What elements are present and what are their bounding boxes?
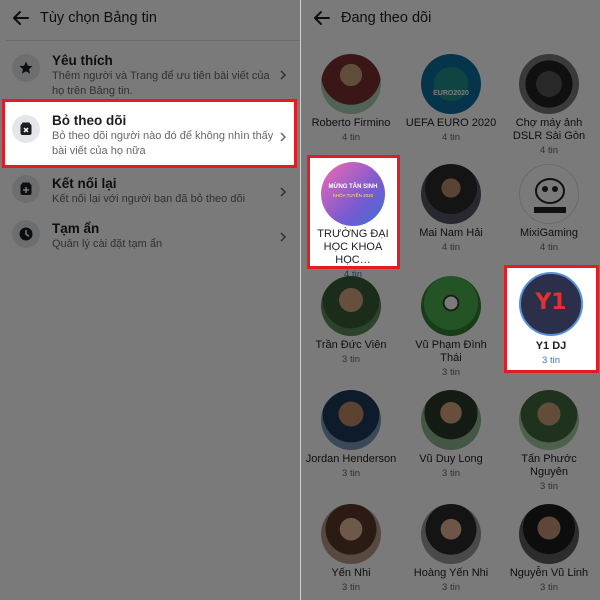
avatar: [519, 54, 579, 114]
avatar: [519, 164, 579, 224]
option-description: Quản lý cài đặt tạm ẩn: [52, 238, 163, 250]
avatar: [519, 504, 579, 564]
post-count: 3 tin: [540, 481, 558, 492]
post-count: 3 tin: [442, 582, 460, 593]
page-title: Đang theo dõi: [341, 10, 432, 26]
avatar: [321, 276, 381, 336]
clock-icon: [12, 220, 40, 248]
avatar: [321, 390, 381, 450]
option-unfollow[interactable]: Bỏ theo dõi Bỏ theo dõi người nào đó để …: [0, 112, 300, 160]
profile-name: Y1 DJ: [535, 340, 567, 352]
post-count: 4 tin: [442, 132, 460, 143]
profile-card[interactable]: Vũ Duy Long 3 tin: [403, 390, 499, 480]
post-count: 3 tin: [442, 367, 460, 378]
option-favorites[interactable]: Yêu thích Thêm người và Trang để ưu tiên…: [0, 50, 300, 98]
profile-card[interactable]: Roberto Firmino 4 tin: [303, 54, 399, 144]
avatar: [421, 390, 481, 450]
post-count: 3 tin: [442, 468, 460, 479]
option-description: Thêm người và Trang để ưu tiên bài viết …: [52, 70, 270, 97]
post-count: 4 tin: [342, 132, 360, 143]
option-description: Kết nối lại với người bạn đã bỏ theo dõi: [52, 193, 246, 205]
profile-card[interactable]: Mai Nam Hải 4 tin: [403, 164, 499, 254]
option-label: Yêu thích: [52, 53, 113, 68]
avatar: [321, 54, 381, 114]
profile-card[interactable]: Trần Đức Viên 3 tin: [303, 276, 399, 366]
option-label: Tạm ẩn: [52, 221, 100, 236]
unfollow-icon: [12, 115, 40, 143]
post-count: 3 tin: [342, 354, 360, 365]
back-arrow-icon[interactable]: [311, 7, 333, 29]
profile-name: Vũ Phạm Đình Thái: [415, 339, 487, 364]
profile-name: Jordan Henderson: [305, 453, 397, 465]
option-label: Kết nối lại: [52, 176, 117, 191]
profile-card[interactable]: Vũ Phạm Đình Thái 3 tin: [403, 276, 499, 379]
avatar: [321, 504, 381, 564]
avatar: MỪNG TÂN SINH KHÓA TUYỂN 2020: [321, 162, 385, 226]
option-snooze[interactable]: Tạm ẩn Quản lý cài đặt tạm ẩn: [0, 220, 300, 256]
profile-card[interactable]: Tấn Phước Nguyên 3 tin: [501, 390, 597, 493]
post-count: 3 tin: [542, 355, 560, 366]
profile-name: Hoàng Yến Nhi: [413, 567, 489, 579]
avatar: Y1: [519, 272, 583, 336]
chevron-right-icon: [280, 187, 287, 197]
option-description: Bỏ theo dõi người nào đó để không nhìn t…: [52, 130, 274, 157]
profile-card[interactable]: Nguyễn Vũ Linh 3 tin: [501, 504, 597, 594]
profile-card[interactable]: MỪNG TÂN SINH KHÓA TUYỂN 2020 TRƯỜNG ĐẠI…: [305, 162, 401, 281]
avatar: [421, 164, 481, 224]
post-count: 4 tin: [540, 242, 558, 253]
profile-card[interactable]: MixiGaming 4 tin: [501, 164, 597, 254]
profile-card[interactable]: Hoàng Yến Nhi 3 tin: [403, 504, 499, 594]
star-icon: [12, 54, 40, 82]
avatar: EURO2020: [421, 54, 481, 114]
post-count: 4 tin: [442, 242, 460, 253]
profile-card[interactable]: Yến Nhi 3 tin: [303, 504, 399, 594]
chevron-right-icon: [280, 70, 287, 80]
profile-name: Roberto Firmino: [311, 117, 391, 129]
chevron-right-icon: [280, 132, 287, 142]
dim-overlay: [400, 265, 504, 269]
profile-name: Vũ Duy Long: [419, 453, 483, 465]
back-arrow-icon[interactable]: [10, 7, 32, 29]
profile-card[interactable]: Y1 Y1 DJ 3 tin: [503, 272, 599, 367]
left-top-bar: Tùy chọn Bảng tin: [0, 0, 300, 36]
profile-name: UEFA EURO 2020: [405, 117, 497, 129]
profile-name: Nguyễn Vũ Linh: [509, 567, 589, 579]
profile-name: Mai Nam Hải: [419, 227, 483, 239]
profile-name: Tấn Phước Nguyên: [521, 453, 577, 478]
profile-name: Chợ máy ảnh DSLR Sài Gòn: [512, 117, 586, 142]
avatar: [421, 276, 481, 336]
avatar: [421, 504, 481, 564]
page-title: Tùy chọn Bảng tin: [40, 10, 157, 26]
option-label: Bỏ theo dõi: [52, 113, 127, 128]
divider: [6, 40, 300, 41]
post-count: 3 tin: [342, 468, 360, 479]
profile-name: Yến Nhi: [331, 567, 371, 579]
feed-preferences-panel: Tùy chọn Bảng tin Yêu thích Thêm người v…: [0, 0, 300, 600]
post-count: 3 tin: [342, 582, 360, 593]
profile-card[interactable]: Jordan Henderson 3 tin: [303, 390, 399, 480]
post-count: 3 tin: [540, 582, 558, 593]
avatar: [519, 390, 579, 450]
right-top-bar: Đang theo dõi: [301, 0, 600, 36]
reconnect-icon: [12, 175, 40, 203]
profile-card[interactable]: EURO2020 UEFA EURO 2020 4 tin: [403, 54, 499, 144]
profile-name: TRƯỜNG ĐẠI HỌC KHOA HỌC…: [317, 228, 389, 266]
profile-card[interactable]: Chợ máy ảnh DSLR Sài Gòn 4 tin: [501, 54, 597, 157]
post-count: 4 tin: [540, 145, 558, 156]
option-reconnect[interactable]: Kết nối lại Kết nối lại với người bạn đã…: [0, 175, 300, 211]
chevron-right-icon: [280, 232, 287, 242]
profile-name: Trần Đức Viên: [315, 339, 387, 351]
profile-name: MixiGaming: [519, 227, 579, 239]
following-panel: Đang theo dõi Roberto Firmino 4 tin EURO…: [300, 0, 600, 600]
